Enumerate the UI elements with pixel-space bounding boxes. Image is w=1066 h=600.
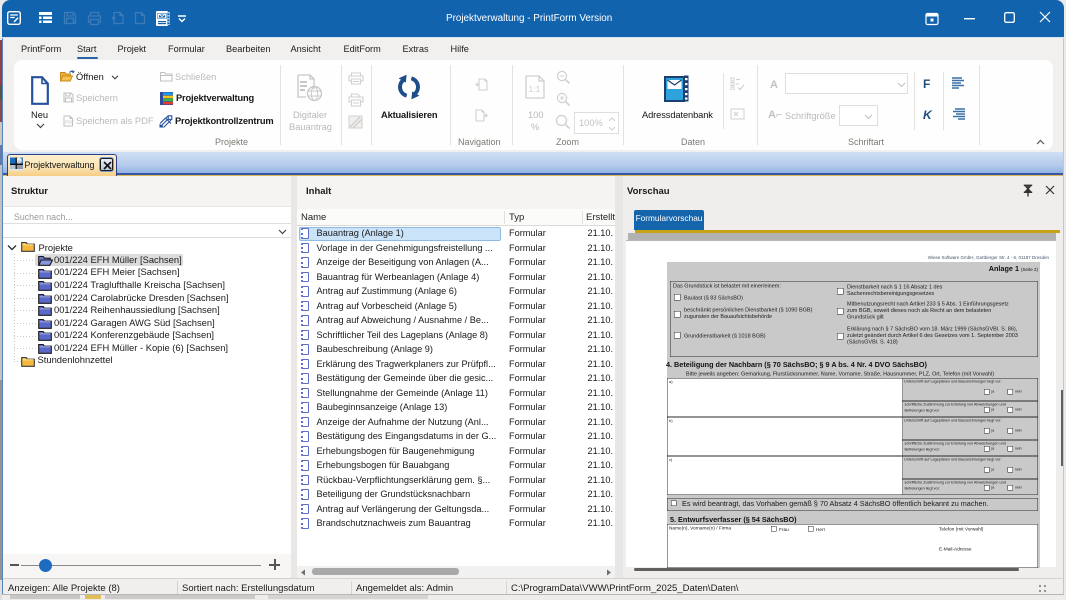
svg-text:1:1: 1:1 xyxy=(529,84,541,94)
svg-text:PDF: PDF xyxy=(65,119,74,124)
